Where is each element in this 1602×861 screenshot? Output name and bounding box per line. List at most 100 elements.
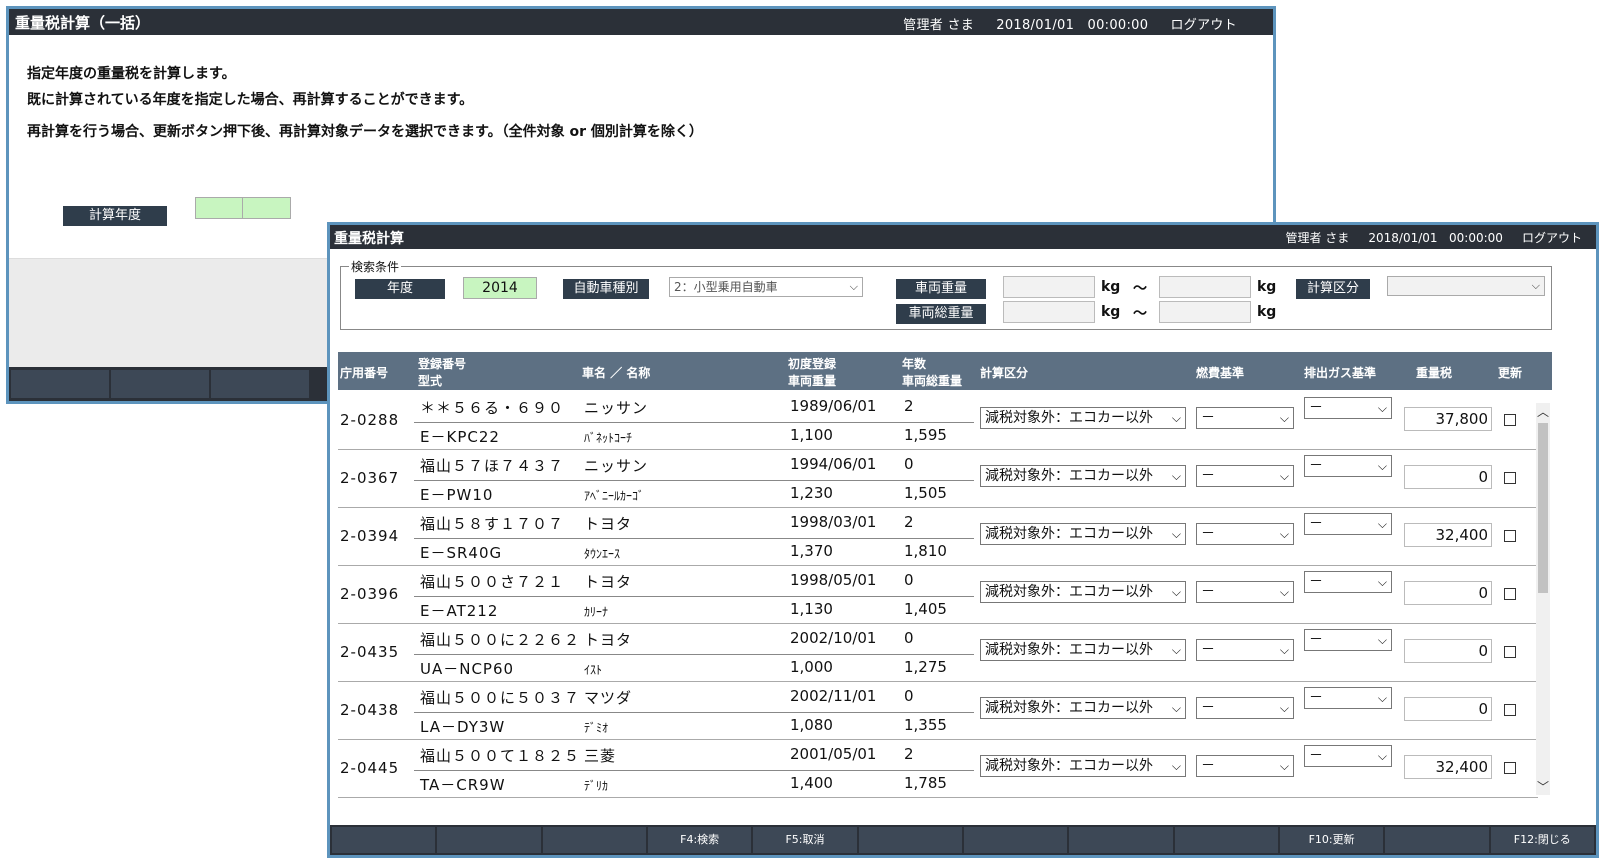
- chevron-down-icon: ⌵: [1171, 759, 1181, 773]
- update-checkbox[interactable]: [1504, 704, 1516, 716]
- fuel-std-select[interactable]: － ⌵: [1196, 697, 1294, 719]
- weight-max-input[interactable]: [1159, 276, 1251, 298]
- table-row: 2-0396 福山５００さ７２１ E－AT212 トヨタ ｶﾘｰﾅ 1998/05/01 1…: [338, 566, 1538, 624]
- bulk-window-title: 重量税計算（一括）: [15, 14, 151, 32]
- row-divider: [414, 712, 974, 713]
- gross-min-input[interactable]: [1003, 301, 1095, 323]
- bulk-fkey-1[interactable]: [11, 370, 109, 398]
- gas-std-select[interactable]: － ⌵: [1304, 629, 1392, 651]
- chevron-down-icon: ⌵: [1377, 691, 1387, 705]
- bulk-logout-link[interactable]: ログアウト: [1170, 18, 1237, 33]
- calc-class-row-value: 減税対象外：エコカー以外: [985, 584, 1153, 600]
- fkey-5[interactable]: F5:取消: [753, 827, 857, 853]
- gas-std-select[interactable]: － ⌵: [1304, 397, 1392, 419]
- update-checkbox[interactable]: [1504, 646, 1516, 658]
- car-type-select[interactable]: 2：小型乗用自動車 ⌵: [669, 277, 863, 297]
- weight-min-input[interactable]: [1003, 276, 1095, 298]
- update-checkbox[interactable]: [1504, 414, 1516, 426]
- scroll-down-icon[interactable]: ﹀: [1536, 778, 1550, 795]
- bulk-fkey-2[interactable]: [111, 370, 209, 398]
- fkey-1[interactable]: [332, 827, 436, 853]
- tax-input[interactable]: 0: [1404, 581, 1492, 605]
- fkey-2[interactable]: [437, 827, 541, 853]
- cell-maker: ニッサン: [584, 457, 649, 475]
- bulk-message-3: 再計算を行う場合、更新ボタン押下後、再計算対象データを選択できます。（全件対象 …: [27, 124, 703, 140]
- chevron-down-icon: ⌵: [1377, 575, 1387, 589]
- cell-car-name: ｶﾘｰﾅ: [584, 605, 609, 619]
- tax-input[interactable]: 0: [1404, 465, 1492, 489]
- fuel-std-select[interactable]: － ⌵: [1196, 755, 1294, 777]
- fuel-std-select[interactable]: － ⌵: [1196, 465, 1294, 487]
- vertical-scrollbar[interactable]: ︿ ﹀: [1536, 403, 1550, 795]
- fkey-12[interactable]: F12:閉じる: [1490, 827, 1594, 853]
- cell-maker: トヨタ: [584, 631, 633, 649]
- scrollbar-thumb[interactable]: [1538, 423, 1548, 593]
- cell-model: E－AT212: [420, 602, 499, 620]
- calc-class-select[interactable]: ⌵: [1387, 276, 1545, 296]
- fkey-8[interactable]: [1069, 827, 1173, 853]
- fuel-std-value: －: [1201, 410, 1215, 426]
- calc-class-row-select[interactable]: 減税対象外：エコカー以外 ⌵: [980, 407, 1186, 429]
- tax-input[interactable]: 32,400: [1404, 755, 1492, 779]
- fkey-10[interactable]: F10:更新: [1279, 827, 1384, 853]
- weight-label: 車両重量: [896, 279, 986, 299]
- calc-class-row-select[interactable]: 減税対象外：エコカー以外 ⌵: [980, 465, 1186, 487]
- gas-std-select[interactable]: － ⌵: [1304, 571, 1392, 593]
- scroll-up-icon[interactable]: ︿: [1536, 403, 1550, 420]
- calc-class-label: 計算区分: [1296, 279, 1370, 299]
- chevron-down-icon: ⌵: [1279, 643, 1289, 657]
- fuel-std-select[interactable]: － ⌵: [1196, 407, 1294, 429]
- tax-input[interactable]: 0: [1404, 697, 1492, 721]
- fkey-9[interactable]: [1174, 827, 1278, 853]
- cell-model: LA－DY3W: [420, 718, 506, 736]
- year-input[interactable]: 2014: [463, 277, 537, 299]
- cell-vehicle-weight: 1,370: [790, 542, 833, 560]
- update-checkbox[interactable]: [1504, 530, 1516, 542]
- car-type-label: 自動車種別: [563, 279, 649, 299]
- gas-std-select[interactable]: － ⌵: [1304, 455, 1392, 477]
- calc-class-row-select[interactable]: 減税対象外：エコカー以外 ⌵: [980, 755, 1186, 777]
- row-separator: [338, 797, 1538, 798]
- cell-years: 0: [904, 571, 915, 589]
- bulk-year-input-1[interactable]: [195, 197, 244, 219]
- update-checkbox[interactable]: [1504, 472, 1516, 484]
- table-row: 2-0445 福山５００て１８２５ TA－CR9W 三菱 ﾃﾞﾘｶ 2001/05/01 1…: [338, 740, 1538, 798]
- calc-class-row-select[interactable]: 減税対象外：エコカー以外 ⌵: [980, 639, 1186, 661]
- header-office-no: 庁用番号: [340, 366, 389, 380]
- function-key-bar: F4:検索 F5:取消 F10:更新 F12:閉じる: [330, 825, 1596, 855]
- chevron-down-icon: ⌵: [1279, 411, 1289, 425]
- gas-std-value: －: [1309, 690, 1323, 706]
- calc-class-row-select[interactable]: 減税対象外：エコカー以外 ⌵: [980, 697, 1186, 719]
- tax-input[interactable]: 37,800: [1404, 407, 1492, 431]
- bulk-date: 2018/01/01: [996, 18, 1075, 33]
- fkey-7[interactable]: [963, 827, 1068, 853]
- gross-max-input[interactable]: [1159, 301, 1251, 323]
- fuel-std-select[interactable]: － ⌵: [1196, 639, 1294, 661]
- gas-std-select[interactable]: － ⌵: [1304, 687, 1392, 709]
- bulk-fkey-3[interactable]: [211, 370, 309, 398]
- gas-std-select[interactable]: － ⌵: [1304, 513, 1392, 535]
- calc-class-row-value: 減税対象外：エコカー以外: [985, 758, 1153, 774]
- fkey-6[interactable]: [858, 827, 962, 853]
- calc-class-row-select[interactable]: 減税対象外：エコカー以外 ⌵: [980, 523, 1186, 545]
- search-conditions: 検索条件 年度 2014 自動車種別 2：小型乗用自動車 ⌵ 車両重量 kg ～…: [340, 258, 1552, 330]
- bulk-year-input-2[interactable]: [243, 197, 292, 219]
- gas-std-value: －: [1309, 748, 1323, 764]
- logout-link[interactable]: ログアウト: [1522, 231, 1582, 245]
- title-bar: 重量税計算 管理者 さま 2018/01/01 00:00:00 ログアウト: [330, 225, 1596, 249]
- fkey-4[interactable]: F4:検索: [647, 827, 752, 853]
- fkey-3[interactable]: [542, 827, 646, 853]
- search-legend: 検索条件: [351, 260, 400, 274]
- cell-years: 0: [904, 687, 915, 705]
- gas-std-select[interactable]: － ⌵: [1304, 745, 1392, 767]
- tax-input[interactable]: 32,400: [1404, 523, 1492, 547]
- fuel-std-select[interactable]: － ⌵: [1196, 581, 1294, 603]
- update-checkbox[interactable]: [1504, 762, 1516, 774]
- fkey-11[interactable]: [1385, 827, 1489, 853]
- update-checkbox[interactable]: [1504, 588, 1516, 600]
- tax-input[interactable]: 0: [1404, 639, 1492, 663]
- table-row: 2-0435 福山５００に２２６２ UA－NCP60 トヨタ ｲｽﾄ 2002/10/01…: [338, 624, 1538, 682]
- calc-class-row-select[interactable]: 減税対象外：エコカー以外 ⌵: [980, 581, 1186, 603]
- cell-reg-no: ＊＊５６る・６９０: [420, 399, 565, 417]
- fuel-std-select[interactable]: － ⌵: [1196, 523, 1294, 545]
